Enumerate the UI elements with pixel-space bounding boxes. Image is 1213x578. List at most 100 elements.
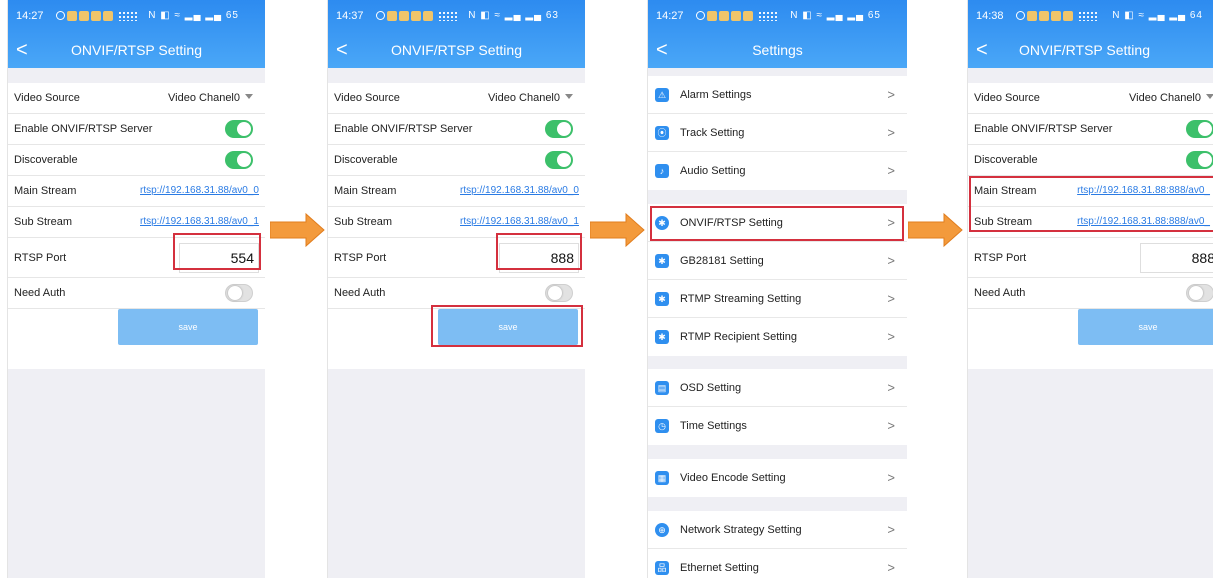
app-grid-icon [438, 11, 458, 21]
chevron-right-icon: > [887, 329, 895, 344]
video-source-label: Video Source [974, 92, 1040, 104]
status-time: 14:38 [976, 10, 1004, 22]
app-grid-icon [758, 11, 778, 21]
header-bar: 14:27 N ◧ ≈ ▂▄ ▂▄ 65 < ONVIF/RTSP Settin… [8, 0, 265, 68]
menu-item-ethernet-setting[interactable]: 品 Ethernet Setting > [648, 549, 907, 578]
video-source-select[interactable]: Video Chanel0 [488, 92, 573, 104]
page-title: ONVIF/RTSP Setting [71, 42, 202, 58]
phone-screen-3: 14:27 N ◧ ≈ ▂▄ ▂▄ 65 < Settings ⚠ Alarm … [647, 0, 907, 578]
save-button[interactable]: save [118, 309, 258, 345]
settings-group-3: ▤ OSD Setting > ◷ Time Settings > [648, 369, 907, 445]
need-auth-row: Need Auth [968, 278, 1213, 309]
need-auth-label: Need Auth [974, 287, 1026, 299]
sub-stream-url[interactable]: rtsp://192.168.31.88/av0_1 [460, 216, 579, 227]
system-status-icons: N ◧ ≈ ▂▄ ▂▄ 63 [468, 10, 559, 21]
rtsp-port-input[interactable]: 888 [1140, 243, 1213, 273]
menu-item-label: Time Settings [680, 420, 747, 432]
main-stream-row: Main Stream rtsp://192.168.31.88/av0_0 [8, 176, 265, 207]
menu-item-audio-setting[interactable]: ♪ Audio Setting > [648, 152, 907, 190]
enable-server-label: Enable ONVIF/RTSP Server [14, 123, 153, 135]
save-button[interactable]: save [1078, 309, 1213, 345]
menu-item-time-settings[interactable]: ◷ Time Settings > [648, 407, 907, 445]
menu-item-osd-setting[interactable]: ▤ OSD Setting > [648, 369, 907, 407]
discoverable-toggle[interactable] [1186, 151, 1213, 169]
menu-item-label: Alarm Settings [680, 89, 752, 101]
highlight-box-rtsp-port [173, 233, 261, 270]
stream-icon: ✱ [655, 330, 669, 344]
menu-item-alarm-settings[interactable]: ⚠ Alarm Settings > [648, 76, 907, 114]
stream-icon: ✱ [655, 292, 669, 306]
status-bar: 14:27 N ◧ ≈ ▂▄ ▂▄ 65 [656, 9, 899, 25]
clock-icon: ◷ [655, 419, 669, 433]
dropdown-caret-icon [1206, 94, 1213, 99]
video-source-label: Video Source [14, 92, 80, 104]
next-step-arrow-icon [590, 212, 645, 248]
menu-item-label: OSD Setting [680, 382, 742, 394]
system-status-icons: N ◧ ≈ ▂▄ ▂▄ 65 [790, 10, 881, 21]
video-source-select[interactable]: Video Chanel0 [168, 92, 253, 104]
sub-stream-url[interactable]: rtsp://192.168.31.88/av0_1 [140, 216, 259, 227]
notification-icons [376, 11, 433, 21]
app-grid-icon [118, 11, 138, 21]
chevron-right-icon: > [887, 125, 895, 140]
highlight-box-onvif-rtsp [650, 206, 904, 241]
discoverable-row: Discoverable [8, 145, 265, 176]
notification-icons [56, 11, 113, 21]
video-source-value: Video Chanel0 [168, 92, 240, 104]
discoverable-toggle[interactable] [545, 151, 573, 169]
discoverable-toggle[interactable] [225, 151, 253, 169]
phone-screen-1: 14:27 N ◧ ≈ ▂▄ ▂▄ 65 < ONVIF/RTSP Settin… [7, 0, 265, 578]
nav-bar: < Settings [648, 38, 907, 64]
video-source-row[interactable]: Video Source Video Chanel0 [328, 83, 585, 114]
chevron-right-icon: > [887, 470, 895, 485]
nav-bar: < ONVIF/RTSP Setting [968, 38, 1213, 64]
video-source-value: Video Chanel0 [1129, 92, 1201, 104]
highlight-box-save [431, 305, 583, 347]
page-title: Settings [752, 42, 803, 58]
main-stream-url[interactable]: rtsp://192.168.31.88/av0_0 [140, 185, 259, 196]
enable-server-toggle[interactable] [545, 120, 573, 138]
chevron-right-icon: > [887, 291, 895, 306]
menu-item-network-strategy-setting[interactable]: ⊕ Network Strategy Setting > [648, 511, 907, 549]
need-auth-toggle[interactable] [545, 284, 573, 302]
globe-icon: ⊕ [655, 523, 669, 537]
enable-server-toggle[interactable] [1186, 120, 1213, 138]
need-auth-label: Need Auth [334, 287, 386, 299]
video-source-value: Video Chanel0 [488, 92, 560, 104]
menu-item-rtmp-recipient-setting[interactable]: ✱ RTMP Recipient Setting > [648, 318, 907, 356]
menu-item-label: RTMP Recipient Setting [680, 331, 797, 343]
video-source-row[interactable]: Video Source Video Chanel0 [8, 83, 265, 114]
chevron-right-icon: > [887, 253, 895, 268]
need-auth-toggle[interactable] [1186, 284, 1213, 302]
discoverable-label: Discoverable [14, 154, 78, 166]
video-source-select[interactable]: Video Chanel0 [1129, 92, 1213, 104]
menu-item-track-setting[interactable]: ⦿ Track Setting > [648, 114, 907, 152]
video-encode-icon: ▦ [655, 471, 669, 485]
dropdown-caret-icon [565, 94, 573, 99]
chevron-right-icon: > [887, 560, 895, 575]
dropdown-caret-icon [245, 94, 253, 99]
status-time: 14:27 [656, 10, 684, 22]
enable-server-row: Enable ONVIF/RTSP Server [968, 114, 1213, 145]
sub-stream-label: Sub Stream [14, 216, 73, 228]
stream-icon: ✱ [655, 254, 669, 268]
enable-server-toggle[interactable] [225, 120, 253, 138]
menu-item-video-encode-setting[interactable]: ▦ Video Encode Setting > [648, 459, 907, 497]
video-source-row[interactable]: Video Source Video Chanel0 [968, 83, 1213, 114]
menu-item-label: RTMP Streaming Setting [680, 293, 802, 305]
main-stream-label: Main Stream [14, 185, 77, 197]
app-grid-icon [1078, 11, 1098, 21]
osd-icon: ▤ [655, 381, 669, 395]
menu-item-rtmp-streaming-setting[interactable]: ✱ RTMP Streaming Setting > [648, 280, 907, 318]
main-stream-url[interactable]: rtsp://192.168.31.88/av0_0 [460, 185, 579, 196]
system-status-icons: N ◧ ≈ ▂▄ ▂▄ 64 [1112, 10, 1203, 21]
rtsp-port-label: RTSP Port [974, 252, 1027, 264]
status-bar: 14:38 N ◧ ≈ ▂▄ ▂▄ 64 [976, 9, 1205, 25]
header-bar: 14:38 N ◧ ≈ ▂▄ ▂▄ 64 < ONVIF/RTSP Settin… [968, 0, 1213, 68]
need-auth-toggle[interactable] [225, 284, 253, 302]
highlight-box-stream-urls [969, 176, 1213, 232]
menu-item-gb28181-setting[interactable]: ✱ GB28181 Setting > [648, 242, 907, 280]
ethernet-icon: 品 [655, 561, 669, 575]
status-bar: 14:27 N ◧ ≈ ▂▄ ▂▄ 65 [16, 9, 257, 25]
phone-screen-4: 14:38 N ◧ ≈ ▂▄ ▂▄ 64 < ONVIF/RTSP Settin… [967, 0, 1213, 578]
